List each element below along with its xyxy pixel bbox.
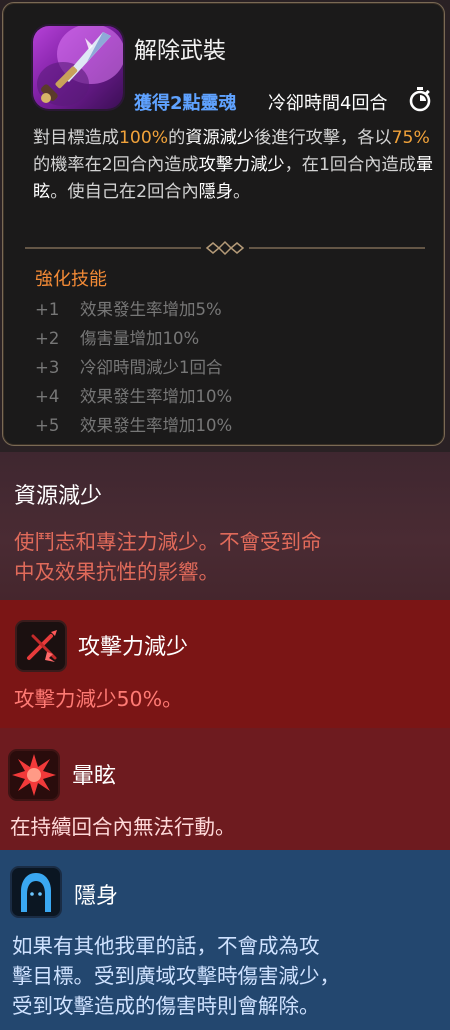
stun-desc: 在持續回合內無法行動。 — [10, 815, 236, 839]
enhance-text: 傷害量增加10% — [80, 329, 200, 348]
sword-skill-icon — [33, 26, 123, 109]
resource-reduction-panel: 資源減少 使鬥志和專注力減少。不會受到命 中及效果抗性的影響。 — [0, 452, 450, 600]
stealth-panel: 隱身 如果有其他我軍的話，不會成為攻 擊目標。受到廣域攻擊時傷害減少， 受到攻擊… — [0, 850, 450, 1030]
resource-reduction-desc: 使鬥志和專注力減少。不會受到命 中及效果抗性的影響。 — [14, 530, 322, 584]
enhance-level: +4 — [35, 387, 60, 406]
starburst-icon — [8, 749, 60, 801]
enhance-item: +1 效果發生率增加5% — [35, 295, 232, 324]
skill-description: 對目標造成100%的資源減少後進行攻擊，各以75%的機率在2回合內造成攻擊力減少… — [33, 128, 434, 202]
skill-title: 解除武裝 — [134, 38, 226, 64]
enhance-list: +1 效果發生率增加5% +2 傷害量增加10% +3 冷卻時間減少1回合 +4 效果發… — [35, 295, 232, 440]
enhance-level: +3 — [35, 358, 60, 377]
hooded-figure-icon — [10, 866, 62, 918]
enhance-item: +5 效果發生率增加10% — [35, 411, 232, 440]
cooldown-label: 冷卻時間4回合 — [268, 93, 388, 114]
attack-down-title: 攻擊力減少 — [78, 635, 189, 660]
resource-reduction-title: 資源減少 — [14, 484, 103, 509]
stealth-desc: 如果有其他我軍的話，不會成為攻 擊目標。受到廣域攻擊時傷害減少， 受到攻擊造成的… — [12, 934, 340, 1018]
enhance-title: 強化技能 — [35, 269, 107, 290]
broken-sword-icon — [15, 620, 67, 672]
enhance-level: +1 — [35, 300, 60, 319]
enhance-text: 冷卻時間減少1回合 — [80, 358, 223, 377]
enhance-item: +3 冷卻時間減少1回合 — [35, 353, 232, 382]
enhance-text: 效果發生率增加5% — [80, 300, 222, 319]
section-divider — [25, 239, 425, 261]
stealth-title: 隱身 — [74, 884, 119, 909]
stun-panel: 暈眩 在持續回合內無法行動。 — [0, 728, 450, 850]
skill-card: 解除武裝 獲得2點靈魂 冷卻時間4回合 對目標造成100%的資源減少後進行攻擊，… — [2, 2, 445, 446]
stopwatch-icon — [407, 86, 433, 116]
enhance-text: 效果發生率增加10% — [80, 387, 233, 406]
stun-title: 暈眩 — [72, 764, 117, 789]
enhance-level: +2 — [35, 329, 60, 348]
enhance-item: +2 傷害量增加10% — [35, 324, 232, 353]
soul-gain-label: 獲得2點靈魂 — [134, 93, 237, 114]
enhance-level: +5 — [35, 416, 60, 435]
attack-down-panel: 攻擊力減少 攻擊力減少50%。 — [0, 600, 450, 728]
enhance-item: +4 效果發生率增加10% — [35, 382, 232, 411]
attack-down-desc: 攻擊力減少50%。 — [14, 687, 183, 711]
enhance-text: 效果發生率增加10% — [80, 416, 233, 435]
